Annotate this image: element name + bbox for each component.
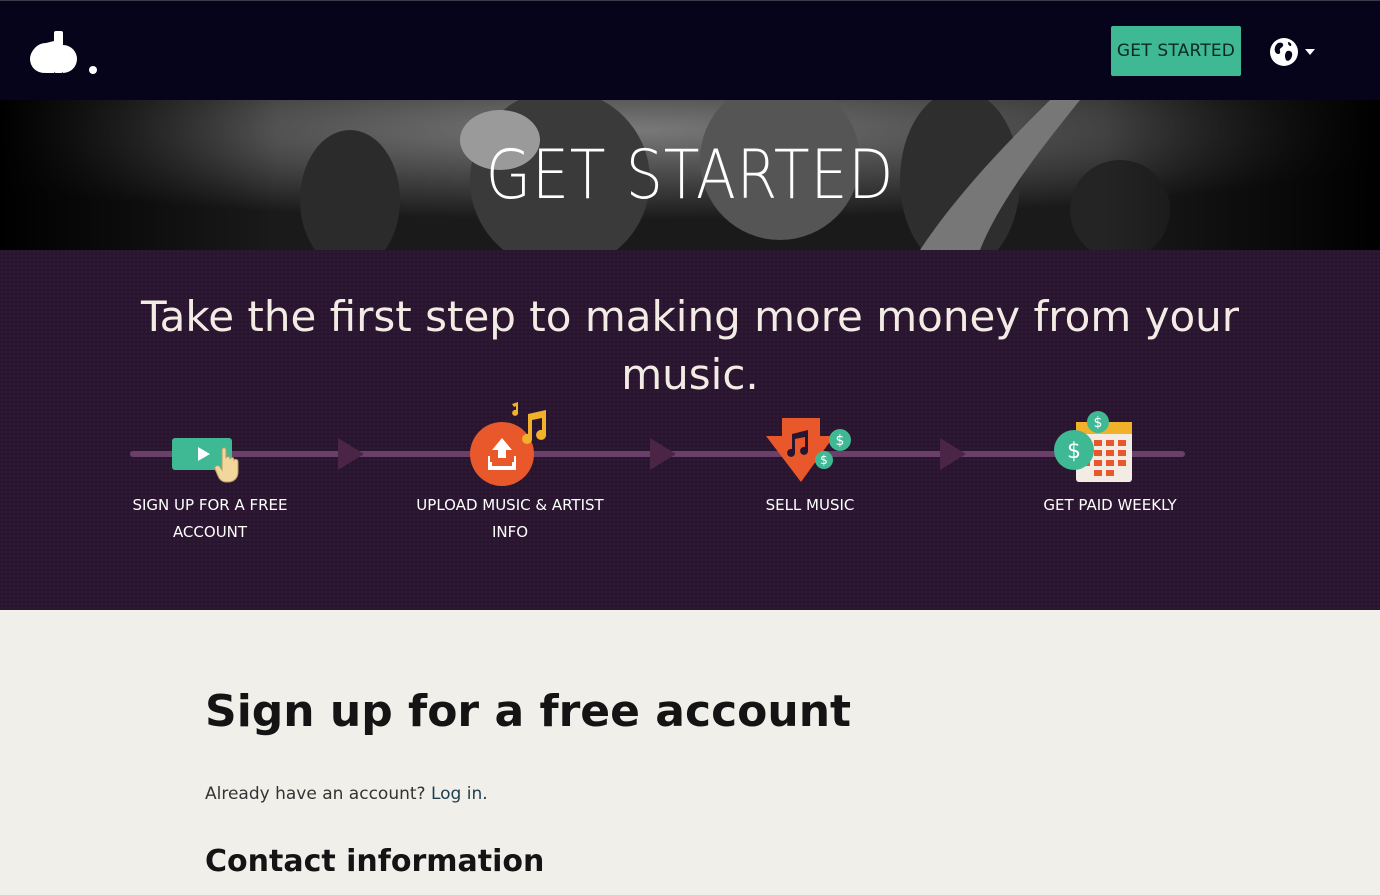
- cdbaby-logo[interactable]: [22, 25, 100, 77]
- already-suffix: .: [482, 784, 488, 804]
- login-link[interactable]: Log in: [431, 784, 482, 804]
- signup-section: Sign up for a free account Already have …: [0, 610, 1380, 895]
- svg-text:$: $: [836, 433, 845, 449]
- step-label: SIGN UP FOR A FREE ACCOUNT: [132, 496, 288, 541]
- timeline-arrow: [650, 438, 676, 470]
- svg-text:$: $: [1067, 439, 1081, 464]
- page-title: GET STARTED: [485, 136, 895, 215]
- step-label: SELL MUSIC: [765, 496, 855, 514]
- tagline: Take the first step to making more money…: [140, 292, 1240, 399]
- upload-music-icon: [470, 402, 547, 486]
- chevron-down-icon: [1305, 49, 1315, 55]
- svg-text:$: $: [1094, 415, 1103, 431]
- calendar-money-icon: $ $: [1054, 411, 1132, 482]
- svg-text:$: $: [820, 453, 828, 467]
- sell-music-icon: $ $: [766, 418, 851, 482]
- top-navigation-bar: GET STARTED: [0, 0, 1380, 100]
- hero-banner: GET STARTED: [0, 100, 1380, 250]
- get-started-button[interactable]: GET STARTED: [1111, 26, 1241, 76]
- contact-information-heading: Contact information: [205, 844, 545, 879]
- signup-heading: Sign up for a free account: [205, 686, 852, 737]
- timeline-arrow: [338, 438, 364, 470]
- steps-section: Take the first step to making more money…: [0, 250, 1380, 610]
- language-selector[interactable]: [1269, 35, 1323, 69]
- already-have-account-text: Already have an account? Log in.: [205, 784, 488, 804]
- step-label: GET PAID WEEKLY: [1043, 496, 1177, 514]
- timeline-arrow: [940, 438, 966, 470]
- step-label: UPLOAD MUSIC & ARTIST INFO: [416, 496, 604, 541]
- globe-icon: [1270, 38, 1298, 66]
- already-text: Already have an account?: [205, 784, 426, 804]
- signup-screen-icon: [172, 438, 239, 483]
